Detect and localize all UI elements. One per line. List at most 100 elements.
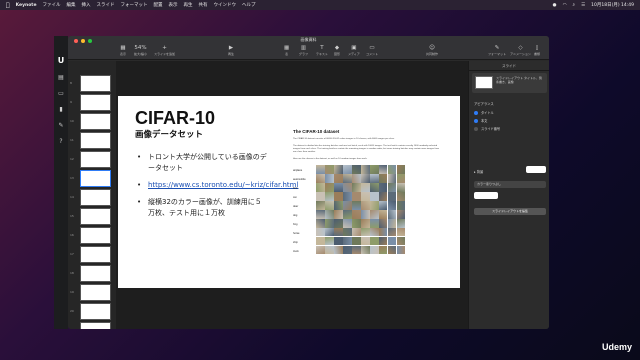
text-icon: T: [320, 45, 324, 51]
sample-image: [378, 245, 388, 255]
sample-image: [333, 218, 343, 228]
sample-image: [333, 236, 343, 246]
zoom-menu[interactable]: 54% 拡大/縮小: [134, 45, 147, 56]
fill-color-well[interactable]: [474, 192, 498, 199]
slide-thumbnail[interactable]: [80, 75, 111, 92]
apple-icon[interactable]: : [6, 2, 10, 9]
document-icon: ▯: [535, 45, 539, 51]
search-icon[interactable]: ⌕: [573, 2, 576, 8]
slide-layout-picker[interactable]: スライドレイアウト タイトル、箇条書き、画像: [472, 73, 547, 93]
slide-thumbnail[interactable]: [80, 303, 111, 320]
text-button[interactable]: T テキスト: [316, 45, 328, 56]
view-button[interactable]: ▦ 表示: [120, 45, 126, 56]
class-label: ship: [293, 241, 298, 244]
sample-image: [333, 165, 343, 174]
body-option[interactable]: 本文: [474, 118, 487, 123]
slide-thumbnail[interactable]: [80, 132, 111, 149]
menu-edit[interactable]: 編集: [67, 2, 76, 8]
menu-view[interactable]: 表示: [169, 2, 178, 8]
play-icon: ▶: [228, 45, 234, 51]
background-color-swatch[interactable]: [526, 166, 546, 173]
slide-title[interactable]: CIFAR-10: [135, 108, 215, 129]
class-label: airplane: [293, 169, 303, 172]
play-button[interactable]: ▶ 再生: [228, 45, 234, 56]
menu-file[interactable]: ファイル: [43, 2, 61, 8]
slide-thumbnail[interactable]: [80, 322, 111, 329]
sample-image: [378, 173, 388, 183]
shape-button[interactable]: ◆ 図形: [334, 45, 340, 56]
stats-icon[interactable]: ▮: [54, 106, 68, 113]
wifi-icon[interactable]: ◠: [563, 3, 567, 8]
sample-image: [324, 209, 334, 219]
cifar-link[interactable]: https://www.cs.toronto.edu/~kriz/cifar.h…: [148, 181, 298, 189]
sample-image: [387, 173, 397, 183]
background-fill-select[interactable]: カラー塗りつぶし: [474, 181, 546, 188]
help-icon[interactable]: ?: [54, 138, 68, 145]
slide[interactable]: CIFAR-10 画像データセット トロント大学が公開している画像のデータセット…: [118, 96, 460, 288]
tools-icon[interactable]: ✎: [54, 122, 68, 129]
sample-image: [369, 173, 379, 183]
menu-insert[interactable]: 挿入: [82, 2, 91, 8]
slide-number: 9: [70, 100, 72, 104]
menu-play[interactable]: 再生: [184, 2, 193, 8]
plus-icon: +: [162, 45, 167, 51]
slide-thumbnail[interactable]: [80, 208, 111, 225]
edit-layout-button[interactable]: スライドレイアウトを編集: [474, 208, 546, 215]
slide-thumbnail[interactable]: [80, 284, 111, 301]
slide-subtitle[interactable]: 画像データセット: [135, 128, 203, 140]
menu-slide[interactable]: スライド: [97, 2, 115, 8]
slide-thumbnail[interactable]: [80, 151, 111, 168]
comment-icon[interactable]: ▭: [54, 90, 68, 97]
slide-number-option[interactable]: スライド番号: [474, 126, 500, 131]
slide-number: 11: [70, 138, 74, 142]
sample-image: [360, 245, 370, 255]
sample-image: [351, 227, 361, 237]
slide-number: 15: [70, 214, 74, 218]
title-option[interactable]: タイトル: [474, 110, 494, 115]
clock[interactable]: 10月18日(月) 14:49: [591, 2, 634, 8]
udemy-logo-icon[interactable]: U: [54, 56, 68, 65]
media-button[interactable]: ▣ メディア: [348, 45, 360, 56]
sample-image: [316, 191, 325, 201]
checkbox-icon: [474, 110, 478, 115]
collaborate-button[interactable]: ☺ 共同制作: [426, 45, 438, 56]
bullet-item: https://www.cs.toronto.edu/~kriz/cifar.h…: [137, 180, 298, 191]
slide-number: 21: [70, 328, 74, 329]
table-button[interactable]: ▦ 表: [284, 45, 289, 56]
sample-image: [342, 218, 352, 228]
chart-button[interactable]: ▥ グラフ: [299, 45, 308, 56]
slide-thumbnail[interactable]: [80, 189, 111, 206]
sample-image: [369, 182, 379, 192]
format-button[interactable]: ✎ フォーマット: [488, 45, 506, 56]
document-button[interactable]: ▯ 書類: [534, 45, 540, 56]
sample-image: [387, 218, 397, 228]
sample-image: [351, 200, 361, 210]
inspector-tab[interactable]: スライド: [469, 61, 549, 71]
sample-image: [360, 200, 370, 210]
slide-thumbnail[interactable]: [80, 113, 111, 130]
slide-number: 20: [70, 309, 74, 313]
dataset-paragraph: The CIFAR-10 dataset consists of 60000 3…: [293, 138, 395, 140]
add-slide-button[interactable]: + スライドを追加: [154, 45, 175, 56]
sample-image: [360, 182, 370, 192]
app-name-menu[interactable]: Keynote: [16, 3, 37, 8]
control-center-icon[interactable]: ☰: [581, 3, 585, 8]
sample-image-grid: [316, 165, 406, 255]
slide-thumbnail[interactable]: [80, 227, 111, 244]
messages-icon[interactable]: ▤: [54, 74, 68, 81]
record-icon[interactable]: ●: [553, 3, 557, 8]
menu-help[interactable]: ヘルプ: [242, 2, 256, 8]
menu-format[interactable]: フォーマット: [121, 2, 148, 8]
slide-thumbnail[interactable]: [80, 265, 111, 282]
animation-button[interactable]: ◇ アニメーション: [510, 45, 531, 56]
class-label: truck: [293, 250, 299, 253]
bullet-list[interactable]: トロント大学が公開している画像のデータセット https://www.cs.to…: [137, 152, 298, 225]
sample-image: [396, 173, 406, 183]
menu-window[interactable]: ウインドウ: [214, 2, 237, 8]
menu-share[interactable]: 共有: [199, 2, 208, 8]
comment-button[interactable]: ▭ コメント: [366, 45, 378, 56]
slide-thumbnail[interactable]: [80, 246, 111, 263]
slide-thumbnail[interactable]: [80, 170, 111, 187]
slide-thumbnail[interactable]: [80, 94, 111, 111]
menu-arrange[interactable]: 配置: [154, 2, 163, 8]
